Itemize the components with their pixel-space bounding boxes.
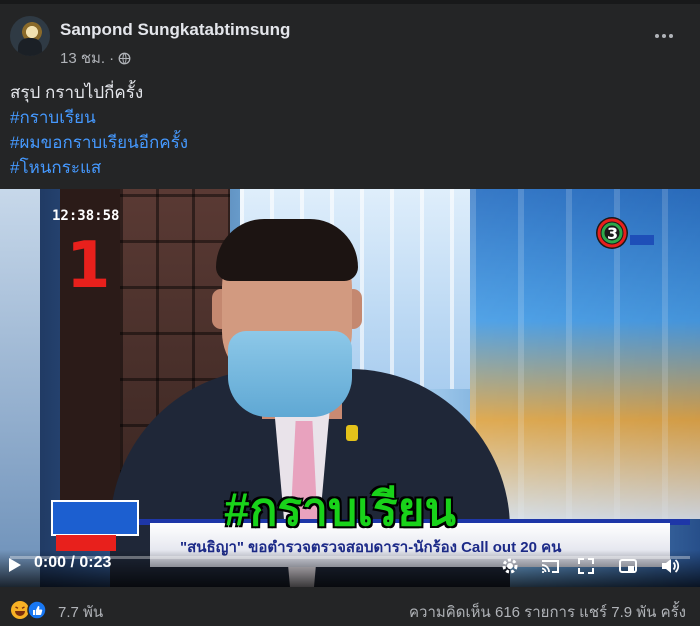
- settings-icon[interactable]: [500, 556, 520, 576]
- video-timestamp: 12:38:58: [52, 208, 120, 224]
- video-player[interactable]: 12:38:58 1 3 "สนธิญา" ขอตำรวจตรวจสอบดารา…: [0, 189, 700, 587]
- counter-number: 1: [66, 229, 111, 303]
- engagement-stats[interactable]: ความคิดเห็น 616 รายการ แชร์ 7.9 พัน ครั้…: [409, 600, 686, 624]
- like-reaction-icon: [27, 600, 47, 620]
- time-display: 0:00 / 0:23: [34, 554, 111, 572]
- current-time: 0:00: [34, 554, 67, 571]
- hashtag-link[interactable]: #โหนกระแส: [10, 155, 188, 180]
- meta-separator: ·: [109, 49, 115, 67]
- post-text: สรุป กราบไปกี่ครั้ง #กราบเรียน #ผมขอกราบ…: [10, 80, 188, 180]
- time-separator: /: [70, 554, 75, 571]
- channel-3-logo: 3: [596, 217, 654, 249]
- cast-icon[interactable]: [540, 556, 560, 576]
- pip-icon[interactable]: [618, 556, 638, 576]
- globe-icon: [118, 52, 131, 64]
- overlay-hashtag: #กราบเรียน: [224, 483, 456, 535]
- fullscreen-icon[interactable]: [576, 556, 596, 576]
- avatar[interactable]: [10, 16, 50, 56]
- duration: 0:23: [79, 554, 112, 571]
- post-body: สรุป กราบไปกี่ครั้ง: [10, 83, 144, 102]
- face-mask: [228, 331, 352, 417]
- post-card: Sanpond Sungkatabtimsung 13 ชม. · สรุป ก…: [0, 0, 700, 626]
- volume-icon[interactable]: [660, 556, 680, 576]
- hashtag-link[interactable]: #กราบเรียน: [10, 105, 188, 130]
- top-divider: [0, 0, 700, 4]
- reaction-count[interactable]: 7.7 พัน: [58, 600, 103, 624]
- post-meta: 13 ชม. ·: [60, 46, 131, 70]
- haha-reaction-icon: [11, 601, 29, 619]
- show-logo: [51, 500, 139, 551]
- author-name[interactable]: Sanpond Sungkatabtimsung: [60, 20, 290, 40]
- play-icon[interactable]: [8, 557, 22, 573]
- post-time[interactable]: 13 ชม.: [60, 46, 105, 70]
- reaction-icons[interactable]: [10, 600, 50, 620]
- hashtag-link[interactable]: #ผมขอกราบเรียนอีกครั้ง: [10, 130, 188, 155]
- svg-text:3: 3: [607, 224, 618, 243]
- more-icon[interactable]: [650, 22, 678, 50]
